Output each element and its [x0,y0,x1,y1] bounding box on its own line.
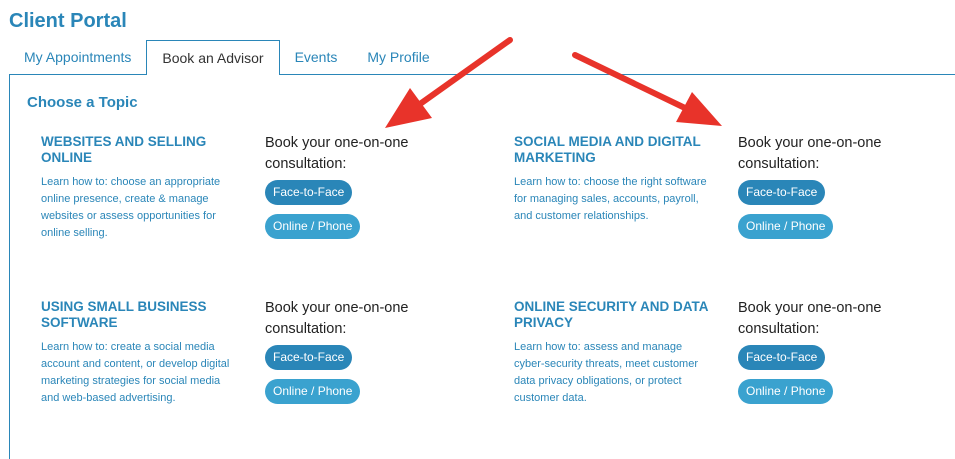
tab-my-profile[interactable]: My Profile [352,40,444,74]
topic-title: Social Media and Digital Marketing [514,134,701,165]
booking-prompt: Book your one-on-one consultation: [265,300,409,337]
topic-description: Learn how to: assess and manage cyber-se… [514,341,699,404]
online-phone-button[interactable]: Online / Phone [265,379,361,404]
topic-card: Websites and Selling Online Learn how to… [41,134,236,242]
tab-bar: My Appointments Book an Advisor Events M… [9,40,445,75]
face-to-face-button[interactable]: Face-to-Face [265,180,353,205]
booking-panel: Book your one-on-one consultation: Face-… [265,298,455,404]
topic-title: Websites and Selling Online [41,134,207,165]
booking-panel: Book your one-on-one consultation: Face-… [738,133,928,239]
tab-events[interactable]: Events [280,40,353,74]
face-to-face-button[interactable]: Face-to-Face [738,345,826,370]
tab-my-appointments[interactable]: My Appointments [9,40,146,74]
topic-card: Online Security and Data Privacy Learn h… [514,299,709,407]
booking-panel: Book your one-on-one consultation: Face-… [265,133,455,239]
online-phone-button[interactable]: Online / Phone [738,214,834,239]
topic-description: Learn how to: create a social media acco… [41,341,230,404]
page-title: Client Portal [9,10,127,32]
topic-card: Social Media and Digital Marketing Learn… [514,134,709,225]
topic-card: Using Small Business Software Learn how … [41,299,236,407]
online-phone-button[interactable]: Online / Phone [265,214,361,239]
online-phone-button[interactable]: Online / Phone [738,379,834,404]
panel-border [9,74,10,459]
booking-prompt: Book your one-on-one consultation: [738,300,882,337]
red-arrow-right [572,52,722,126]
tab-book-an-advisor[interactable]: Book an Advisor [146,40,280,75]
booking-prompt: Book your one-on-one consultation: [738,135,882,172]
face-to-face-button[interactable]: Face-to-Face [265,345,353,370]
topic-description: Learn how to: choose an appropriate onli… [41,176,221,239]
topic-title: Using Small Business Software [41,299,207,330]
booking-panel: Book your one-on-one consultation: Face-… [738,298,928,404]
topic-title: Online Security and Data Privacy [514,299,709,330]
topic-description: Learn how to: choose the right software … [514,176,707,222]
face-to-face-button[interactable]: Face-to-Face [738,180,826,205]
section-heading: Choose a Topic [27,94,138,111]
booking-prompt: Book your one-on-one consultation: [265,135,409,172]
